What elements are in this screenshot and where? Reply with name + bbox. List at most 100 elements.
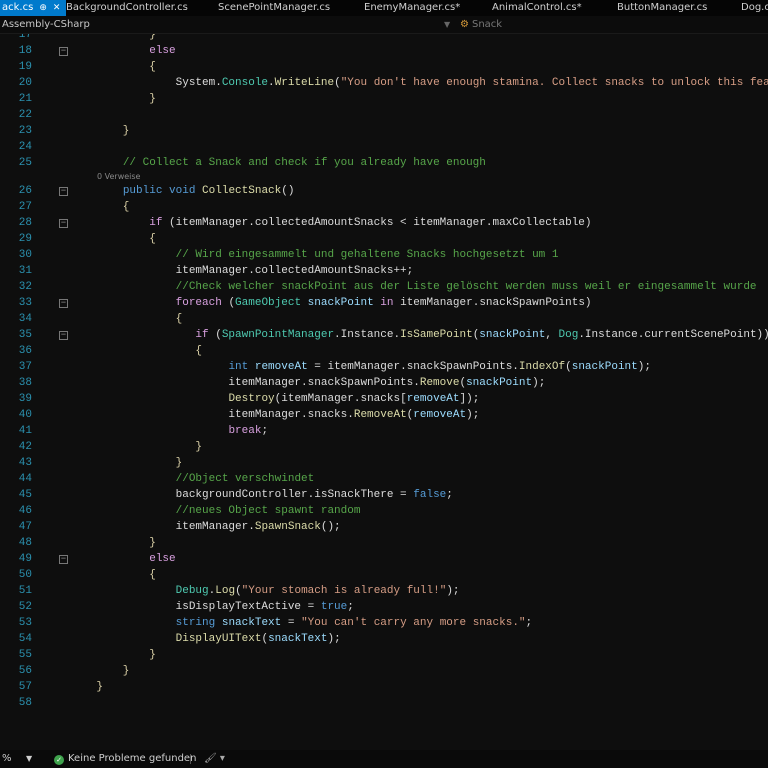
code-text: itemManager.snackSpawnPoints.Remove(snac… <box>70 375 545 391</box>
line-number: 31 <box>18 265 32 277</box>
code-token: Remove <box>419 377 460 389</box>
code-text: // Wird eingesammelt und gehaltene Snack… <box>70 247 559 263</box>
code-token: //neues Object spawnt random <box>175 505 361 517</box>
line-number: 48 <box>18 537 32 549</box>
line-number: 29 <box>18 233 32 245</box>
code-token: backgroundController.isSnackThere = <box>70 489 414 501</box>
code-line: 26 − public void CollectSnack() <box>0 183 768 199</box>
code-line: 32 //Check welcher snackPoint aus der Li… <box>0 279 768 295</box>
code-token: ); <box>532 377 546 389</box>
code-token: . <box>268 77 275 89</box>
tab-active-file[interactable]: ack.cs ⊕ ✕ <box>0 0 67 16</box>
tab-enemymanager[interactable]: EnemyManager.cs* <box>364 0 460 16</box>
code-line: 18 − else <box>0 43 768 59</box>
code-text: Destroy(itemManager.snacks[removeAt]); <box>70 391 479 407</box>
project-dropdown[interactable]: Assembly-CSharp <box>2 16 90 34</box>
close-icon[interactable]: ✕ <box>53 3 61 13</box>
line-number: 49 <box>18 553 32 565</box>
line-number: 30 <box>18 249 32 261</box>
code-token: snackPoint <box>307 297 374 309</box>
collapse-icon[interactable]: − <box>59 47 68 56</box>
code-line: 20 System.Console.WriteLine("You don't h… <box>0 75 768 91</box>
code-line: 53 string snackText = "You can't carry a… <box>0 615 768 631</box>
codelens-references[interactable]: 0 Verweise <box>0 171 768 183</box>
code-token: void <box>169 185 196 197</box>
tab-backgroundcontroller[interactable]: BackgroundController.cs <box>66 0 188 16</box>
line-number: 47 <box>18 521 32 533</box>
line-number: 54 <box>18 633 32 645</box>
zoom-level[interactable]: % <box>2 750 12 768</box>
code-token: ( <box>565 361 572 373</box>
code-token: SpawnPointManager <box>221 329 335 341</box>
line-number: 21 <box>18 93 32 105</box>
code-line: 33 − foreach (GameObject snackPoint in it… <box>0 295 768 311</box>
navigation-bar: Assembly-CSharp ▼ ⚙ Snack <box>0 16 768 34</box>
code-text: itemManager.SpawnSnack(); <box>70 519 341 535</box>
code-token: break <box>228 425 262 437</box>
code-token: // Wird eingesammelt und gehaltene Snack… <box>175 249 559 261</box>
code-line: 56 } <box>0 663 768 679</box>
code-token: // Collect a Snack and check if you alre… <box>122 157 486 169</box>
code-line: 42 } <box>0 439 768 455</box>
collapse-icon[interactable]: − <box>59 555 68 564</box>
code-text: itemManager.snacks.RemoveAt(removeAt); <box>70 407 479 423</box>
line-number: 35 <box>18 329 32 341</box>
code-line: 55 } <box>0 647 768 663</box>
code-token: { <box>70 569 156 581</box>
code-line: 54 DisplayUIText(snackText); <box>0 631 768 647</box>
divider <box>190 754 191 764</box>
code-text: } <box>70 91 156 107</box>
code-token: (); <box>320 521 341 533</box>
code-line: 41 break; <box>0 423 768 439</box>
line-number: 39 <box>18 393 32 405</box>
code-cleanup-icon[interactable]: 🖌 ▾ <box>204 750 225 768</box>
code-token: { <box>70 61 156 73</box>
status-bar: % ▼ ✓ Keine Probleme gefunden 🖌 ▾ <box>0 750 768 768</box>
code-line: 57 } <box>0 679 768 695</box>
line-number: 53 <box>18 617 32 629</box>
collapse-icon[interactable]: − <box>59 299 68 308</box>
collapse-icon[interactable]: − <box>59 219 68 228</box>
collapse-icon[interactable]: − <box>59 331 68 340</box>
code-line: 30 // Wird eingesammelt und gehaltene Sn… <box>0 247 768 263</box>
code-text: else <box>70 551 175 567</box>
code-line: 25 // Collect a Snack and check if you a… <box>0 155 768 171</box>
code-line: 27 { <box>0 199 768 215</box>
code-token: int <box>228 361 249 373</box>
line-number: 18 <box>18 45 32 57</box>
tab-scenepointmanager[interactable]: ScenePointManager.cs <box>218 0 330 16</box>
tab-buttonmanager[interactable]: ButtonManager.cs <box>617 0 707 16</box>
code-token: false <box>413 489 447 501</box>
code-token: ( <box>235 585 242 597</box>
line-number: 32 <box>18 281 32 293</box>
line-number: 51 <box>18 585 32 597</box>
chevron-down-icon[interactable]: ▼ <box>26 750 32 768</box>
code-line: 35 − if (SpawnPointManager.Instance.IsSam… <box>0 327 768 343</box>
code-token: snackPoint <box>571 361 638 373</box>
code-token: else <box>149 45 176 57</box>
tab-animalcontrol[interactable]: AnimalControl.cs* <box>492 0 582 16</box>
member-dropdown[interactable]: ⚙ Snack <box>460 16 502 34</box>
chevron-down-icon[interactable]: ▼ <box>444 16 450 34</box>
code-token: foreach <box>175 297 222 309</box>
collapse-icon[interactable]: − <box>59 187 68 196</box>
document-tab-bar: ack.cs ⊕ ✕ BackgroundController.cs ScenePo… <box>0 0 768 16</box>
code-token: //Check welcher snackPoint aus der Liste… <box>175 281 757 293</box>
code-token: ]); <box>459 393 480 405</box>
code-token: { <box>70 313 183 325</box>
line-number: 46 <box>18 505 32 517</box>
code-token: WriteLine <box>274 77 335 89</box>
code-text: } <box>70 123 130 139</box>
pin-icon[interactable]: ⊕ <box>39 3 47 13</box>
code-token: if <box>149 217 163 229</box>
tab-dog[interactable]: Dog.c <box>741 0 768 16</box>
code-editor[interactable]: 17 } 18− else 19 {20 System.Console.WriteL… <box>0 34 768 750</box>
problems-indicator[interactable]: ✓ Keine Probleme gefunden <box>54 750 196 768</box>
